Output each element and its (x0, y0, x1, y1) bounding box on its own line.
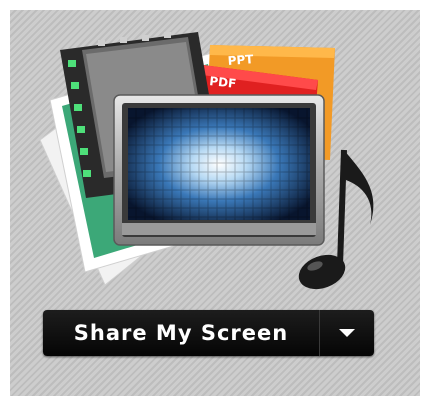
share-panel: PPT PDF Share My Screen (10, 10, 420, 396)
chevron-down-icon (339, 329, 355, 337)
share-illustration: PPT PDF (39, 32, 374, 290)
share-screen-control: Share My Screen (43, 310, 374, 356)
monitor-icon (113, 94, 325, 246)
share-options-dropdown-button[interactable] (320, 310, 374, 356)
pdf-label: PDF (209, 74, 237, 91)
ppt-label: PPT (227, 52, 255, 68)
share-my-screen-button[interactable]: Share My Screen (43, 310, 319, 356)
